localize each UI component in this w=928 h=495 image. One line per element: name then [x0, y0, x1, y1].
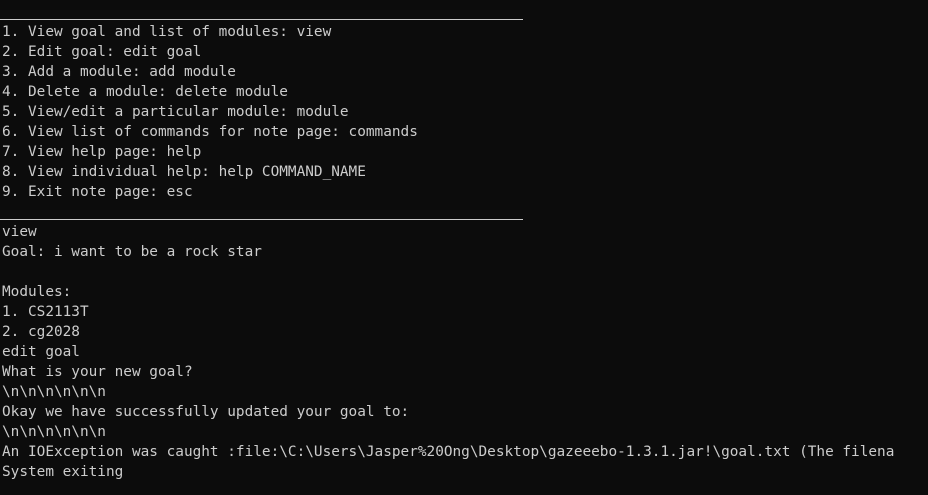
menu-item-add-module: 3. Add a module: add module — [2, 64, 236, 80]
menu-item-exit: 9. Exit note page: esc — [2, 184, 193, 200]
command-menu: 1. View goal and list of modules: view 2… — [2, 22, 418, 202]
output-line-exit: System exiting — [2, 464, 124, 480]
menu-item-delete-module: 4. Delete a module: delete module — [2, 84, 288, 100]
output-line-command: view — [2, 224, 37, 240]
menu-item-view: 1. View goal and list of modules: view — [2, 24, 332, 40]
separator-line-top — [0, 19, 523, 20]
output-line-user-input: \n\n\n\n\n\n — [2, 384, 106, 400]
output-line-error: An IOException was caught :file:\C:\User… — [2, 444, 895, 460]
menu-item-edit-goal: 2. Edit goal: edit goal — [2, 44, 202, 60]
menu-item-module: 5. View/edit a particular module: module — [2, 104, 349, 120]
console-window[interactable]: 1. View goal and list of modules: view 2… — [0, 0, 928, 495]
separator-line-bottom — [0, 219, 523, 220]
output-line-updated-goal: \n\n\n\n\n\n — [2, 424, 106, 440]
menu-item-commands: 6. View list of commands for note page: … — [2, 124, 418, 140]
output-line-module: 2. cg2028 — [2, 324, 80, 340]
console-output: view Goal: i want to be a rock star Modu… — [2, 222, 894, 482]
output-line-command: edit goal — [2, 344, 80, 360]
output-line-goal: Goal: i want to be a rock star — [2, 244, 262, 260]
output-line-module: 1. CS2113T — [2, 304, 89, 320]
output-line-blank — [2, 262, 894, 282]
output-line-prompt: What is your new goal? — [2, 364, 193, 380]
menu-item-help: 7. View help page: help — [2, 144, 202, 160]
menu-item-individual-help: 8. View individual help: help COMMAND_NA… — [2, 164, 366, 180]
output-line-modules-header: Modules: — [2, 284, 72, 300]
output-line-confirmation: Okay we have successfully updated your g… — [2, 404, 410, 420]
